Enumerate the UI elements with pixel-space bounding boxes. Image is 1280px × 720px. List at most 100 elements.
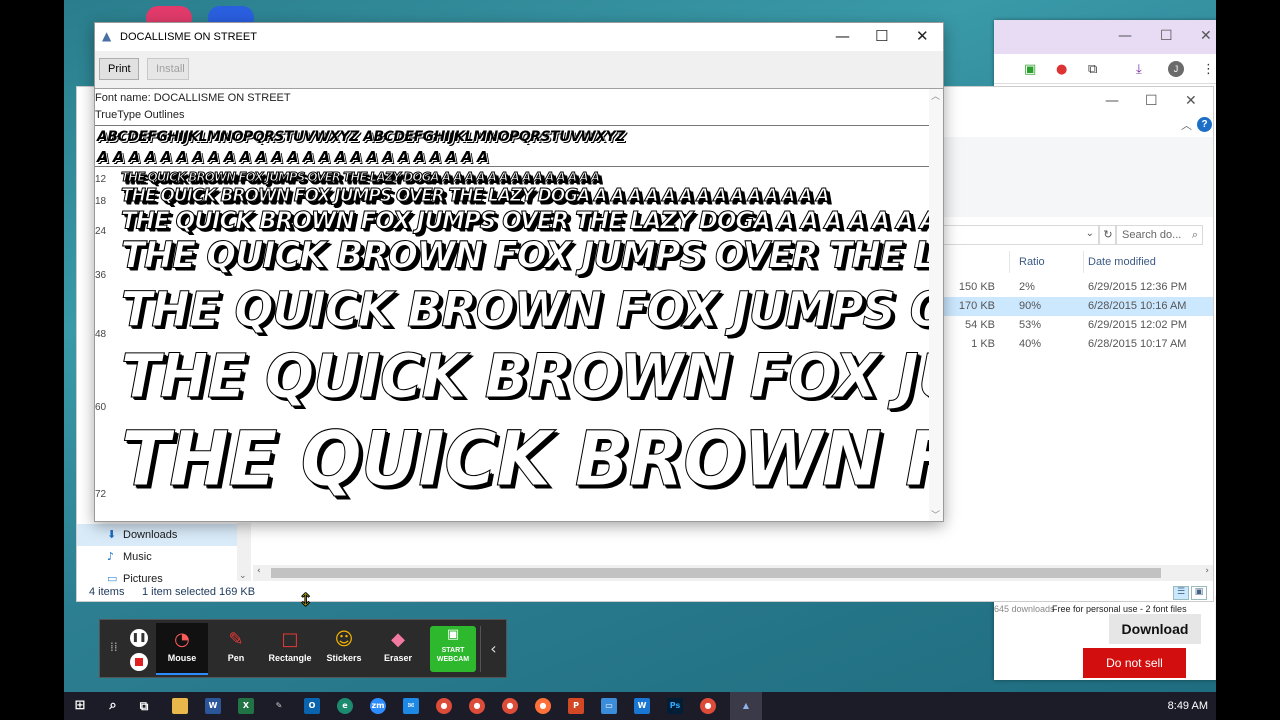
browser-minimize-icon[interactable]: — xyxy=(1118,28,1132,44)
clock[interactable]: 8:49 AM xyxy=(1168,700,1208,712)
column-separator[interactable] xyxy=(1009,251,1010,273)
explorer-maximize-icon[interactable]: ☐ xyxy=(1145,93,1158,109)
explorer-close-icon[interactable]: ✕ xyxy=(1185,93,1197,109)
scroll-down-icon[interactable]: ﹀ xyxy=(931,508,940,521)
column-header-date-modified[interactable]: Date modified xyxy=(1088,256,1156,268)
pause-icon[interactable]: ❚❚ xyxy=(130,629,148,647)
file-row[interactable]: 1 KB 40% 6/28/2015 10:17 AM xyxy=(943,335,1213,354)
extensions-puzzle-icon[interactable]: ⧉ xyxy=(1088,62,1097,77)
help-icon[interactable]: ? xyxy=(1197,117,1212,132)
nav-item-label: Music xyxy=(123,551,152,563)
divider xyxy=(95,166,930,167)
browser-menu-icon[interactable]: ⋮ xyxy=(1202,62,1215,77)
windows-start-icon[interactable]: ⊞ xyxy=(72,698,88,714)
font-viewer-scrollbar[interactable]: ︿ ﹀ xyxy=(929,89,943,521)
outlook-icon[interactable]: O xyxy=(304,698,320,714)
size-label: 24 xyxy=(95,226,107,237)
large-icons-view-icon[interactable]: ▣ xyxy=(1191,586,1207,600)
file-row-selected[interactable]: 170 KB 90% 6/28/2015 10:16 AM xyxy=(943,297,1213,316)
ribbon-collapse-icon[interactable]: ︿ xyxy=(1181,117,1192,133)
edge-icon[interactable]: e xyxy=(337,698,353,714)
tool-mouse[interactable]: ◔ Mouse xyxy=(156,623,208,675)
chrome-icon[interactable]: ● xyxy=(469,698,485,714)
font-viewer-taskbar-icon[interactable]: ▲ xyxy=(738,698,754,714)
profile-avatar[interactable]: J xyxy=(1168,61,1184,77)
maximize-icon[interactable]: ☐ xyxy=(875,27,888,45)
search-placeholder: Search do... xyxy=(1122,229,1182,241)
firefox-icon[interactable]: ● xyxy=(535,698,551,714)
horizontal-scrollbar[interactable]: ‹ › xyxy=(253,565,1213,581)
file-explorer-icon[interactable] xyxy=(172,698,188,714)
word-icon[interactable]: W xyxy=(205,698,221,714)
browser-scrollbar[interactable] xyxy=(1215,596,1216,680)
font-viewer-window: ▲ DOCALLISME ON STREET — ☐ ✕ Print Insta… xyxy=(94,22,944,522)
chrome-icon[interactable]: ● xyxy=(700,698,716,714)
size-label: 72 xyxy=(95,489,107,500)
search-input[interactable]: Search do... ⌕ xyxy=(1115,225,1203,245)
tool-label: Pen xyxy=(227,653,245,663)
explorer-minimize-icon[interactable]: — xyxy=(1105,93,1119,109)
browser-close-icon[interactable]: ✕ xyxy=(1200,28,1212,44)
tool-eraser[interactable]: ◆ Eraser xyxy=(372,623,424,675)
size-label: 12 xyxy=(95,174,107,185)
chrome-icon[interactable]: ● xyxy=(436,698,452,714)
mail-icon[interactable]: ✉ xyxy=(403,698,419,714)
chrome-icon[interactable]: ● xyxy=(502,698,518,714)
taskbar: ⊞ ⌕ ⧉ W X ✎ O e zm ✉ ● ● ● ● P ▭ W Ps ● … xyxy=(64,692,1216,720)
column-header-ratio[interactable]: Ratio xyxy=(1019,256,1045,268)
download-button[interactable]: Download xyxy=(1109,614,1201,644)
do-not-sell-button[interactable]: Do not sell xyxy=(1083,648,1186,678)
scroll-left-icon[interactable]: ‹ xyxy=(257,566,261,576)
print-button[interactable]: Print xyxy=(99,58,139,80)
download-icon[interactable]: ⤓ xyxy=(1136,62,1142,77)
scroll-up-icon[interactable]: ︿ xyxy=(931,89,940,102)
nav-item-music[interactable]: ♪ Music xyxy=(77,546,237,568)
explorer-ribbon xyxy=(943,137,1213,217)
scroll-down-icon[interactable]: ⌄ xyxy=(239,571,247,581)
music-note-icon: ♪ xyxy=(107,550,115,563)
font-preview: Font name: DOCALLISME ON STREET TrueType… xyxy=(95,89,930,521)
nav-scrollbar[interactable]: ⌄ xyxy=(237,523,251,581)
search-icon[interactable]: ⌕ xyxy=(105,698,121,714)
extension-red-icon[interactable]: ● xyxy=(1056,62,1067,77)
status-bar: 4 items 1 item selected 169 KB ☰ ▣ xyxy=(77,583,1215,603)
address-bar[interactable]: ⌄ xyxy=(943,225,1099,245)
nav-item-pictures[interactable]: ▭ Pictures xyxy=(77,568,237,582)
remote-desktop-icon[interactable]: ▭ xyxy=(601,698,617,714)
glyph-row-uppercase: ABCDEFGHIJKLMNOPQRSTUVWXYZ ABCDEFGHIJKLM… xyxy=(97,129,625,145)
start-webcam-button[interactable]: ▣ START WEBCAM xyxy=(430,626,476,672)
tool-label: Eraser xyxy=(383,653,413,663)
photoshop-icon[interactable]: Ps xyxy=(667,698,683,714)
tool-rectangle[interactable]: □ Rectangle xyxy=(264,623,316,675)
close-icon[interactable]: ✕ xyxy=(916,27,929,45)
collapse-toolbar-icon[interactable]: ‹ xyxy=(480,626,506,672)
file-row[interactable]: 150 KB 2% 6/29/2015 12:36 PM xyxy=(943,278,1213,297)
sample-48: THE QUICK BROWN FOX JUMPS OVER THE LAZY … xyxy=(121,280,930,338)
install-button[interactable]: Install xyxy=(147,58,189,80)
extension-green-icon[interactable]: ▣ xyxy=(1024,62,1036,77)
tool-pen[interactable]: ✎ Pen xyxy=(210,623,262,675)
file-size: 1 KB xyxy=(971,338,995,350)
details-view-icon[interactable]: ☰ xyxy=(1173,586,1189,600)
scrollbar-thumb[interactable] xyxy=(271,568,1161,578)
minimize-icon[interactable]: — xyxy=(835,27,850,45)
drag-handle-icon[interactable]: ⁞⁞ xyxy=(110,640,118,654)
powerpoint-icon[interactable]: P xyxy=(568,698,584,714)
nav-item-downloads[interactable]: ⬇ Downloads xyxy=(77,524,237,546)
address-dropdown-icon[interactable]: ⌄ xyxy=(1086,228,1094,239)
windows-app-icon[interactable]: W xyxy=(634,698,650,714)
browser-maximize-icon[interactable]: ☐ xyxy=(1160,28,1173,44)
stop-recording-icon[interactable] xyxy=(130,653,148,671)
file-row[interactable]: 54 KB 53% 6/29/2015 12:02 PM xyxy=(943,316,1213,335)
navigation-pane: ⬇ Downloads ♪ Music ▭ Pictures xyxy=(77,523,237,583)
excel-icon[interactable]: X xyxy=(238,698,254,714)
tool-stickers[interactable]: ☺ Stickers xyxy=(318,623,370,675)
status-item-count: 4 items xyxy=(89,586,125,598)
scroll-right-icon[interactable]: › xyxy=(1205,566,1209,576)
file-ratio: 40% xyxy=(1019,338,1042,350)
column-separator[interactable] xyxy=(1083,251,1084,273)
task-view-icon[interactable]: ⧉ xyxy=(136,698,152,714)
zoom-icon[interactable]: zm xyxy=(370,698,386,714)
mouse-pointer-icon: ◔ xyxy=(174,629,190,650)
paint-icon[interactable]: ✎ xyxy=(271,698,287,714)
